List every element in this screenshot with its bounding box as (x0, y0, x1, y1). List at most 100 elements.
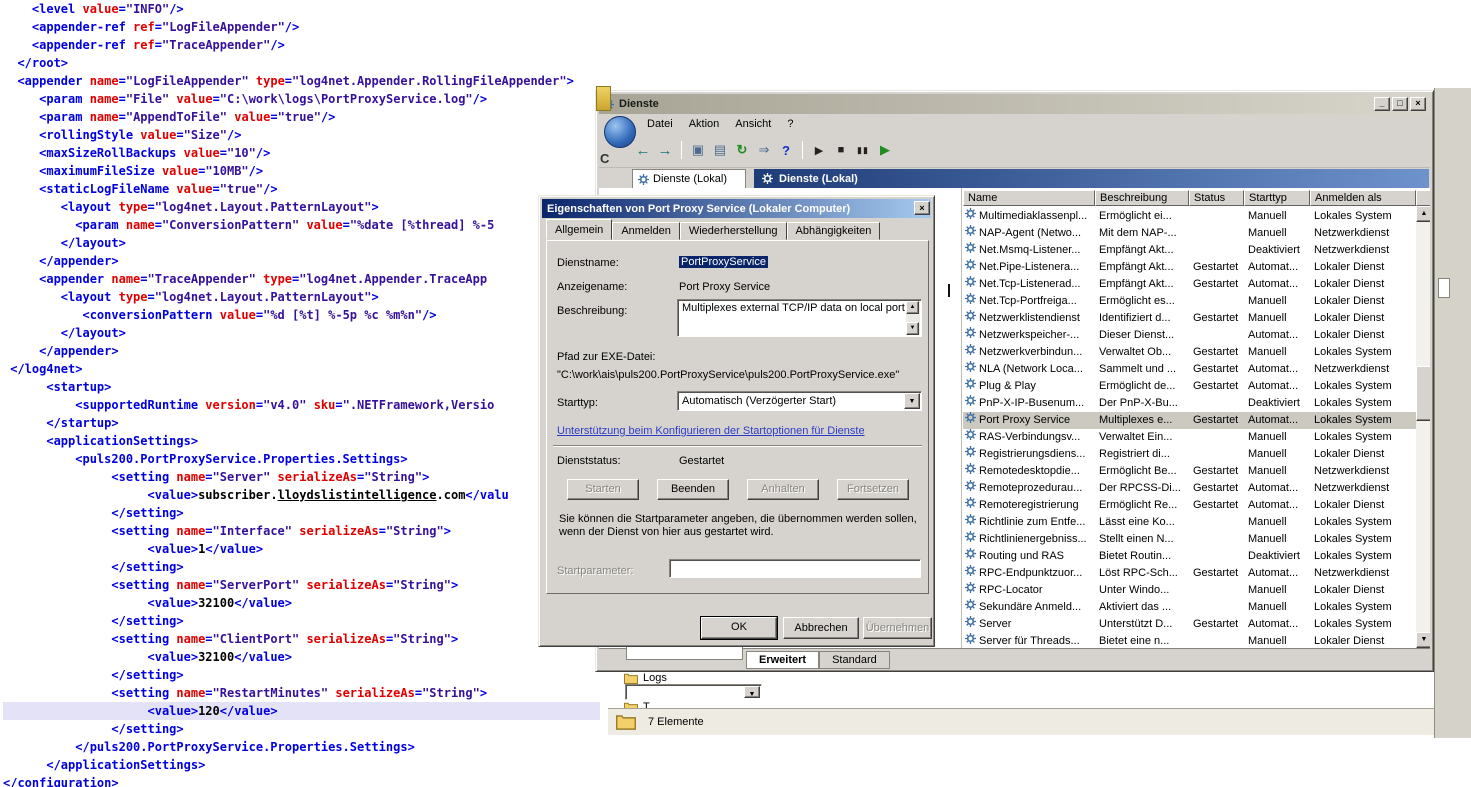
anzeigename-value[interactable]: Port Proxy Service (679, 281, 770, 293)
service-row[interactable]: Remotedesktopdie...Ermöglicht Be...Gesta… (963, 463, 1416, 480)
code-line: </appender> (3, 252, 600, 270)
startoptionen-link[interactable]: Unterstützung beim Konfigurieren der Sta… (557, 425, 865, 437)
service-row[interactable]: Net.Tcp-Portfreiga...Ermöglicht es...Man… (963, 293, 1416, 310)
service-desc-cell: Empfängt Akt... (1095, 242, 1189, 259)
menu-ansicht[interactable]: Ansicht (727, 116, 779, 132)
back-orb-icon[interactable] (604, 116, 636, 148)
service-row[interactable]: Server für Threads...Bietet eine n...Man… (963, 633, 1416, 648)
service-name-cell: RPC-Endpunktzuor... (963, 565, 1095, 582)
service-row[interactable]: RPC-Endpunktzuor...Löst RPC-Sch...Gestar… (963, 565, 1416, 582)
column-header-starttyp[interactable]: Starttyp (1244, 190, 1310, 206)
service-row[interactable]: Multimediaklassenpl...Ermöglicht ei...Ma… (963, 208, 1416, 225)
properties-icon[interactable]: ▤ (710, 140, 730, 160)
scroll-down-icon[interactable]: ▼ (906, 322, 919, 335)
abbrechen-button[interactable]: Abbrechen (783, 617, 859, 639)
service-row[interactable]: Registrierungsdiens...Registriert di...M… (963, 446, 1416, 463)
service-row[interactable]: RAS-Verbindungsv...Verwaltet Ein...Manue… (963, 429, 1416, 446)
service-name-cell: Remoteregistrierung (963, 497, 1095, 514)
services-gear-icon (762, 173, 773, 184)
service-row[interactable]: Port Proxy ServiceMultiplexes e...Gestar… (963, 412, 1416, 429)
export-list-icon[interactable]: ⇒ (754, 140, 774, 160)
help-icon[interactable]: ? (776, 140, 796, 160)
maximize-button[interactable]: □ (1392, 97, 1408, 111)
pause-service-icon[interactable]: ▮▮ (853, 140, 873, 160)
ok-button[interactable]: OK (701, 617, 777, 639)
service-name-cell: Remoteprozedurau... (963, 480, 1095, 497)
xml-editor[interactable]: <level value="INFO"/> <appender-ref ref=… (0, 0, 600, 787)
service-starttyp-cell: Manuell (1244, 463, 1310, 480)
console-tab-row: Dienste (Lokal) Dienste (Lokal) (599, 168, 1430, 188)
service-row[interactable]: Net.Tcp-Listenerad...Empfängt Akt...Gest… (963, 276, 1416, 293)
code-line: <value>1</value> (3, 540, 600, 558)
service-row[interactable]: Net.Pipe-Listenera...Empfängt Akt...Gest… (963, 259, 1416, 276)
forward-icon[interactable]: → (655, 140, 675, 160)
refresh-icon[interactable]: ↻ (732, 140, 752, 160)
code-line: <appender-ref ref="LogFileAppender"/> (3, 18, 600, 36)
explorer-status-bar: 7 Elemente (608, 708, 1434, 735)
tab-standard[interactable]: Standard (819, 651, 890, 669)
dialog-titlebar[interactable]: Eigenschaften von Port Proxy Service (Lo… (542, 199, 931, 218)
service-row[interactable]: NLA (Network Loca...Sammelt und ...Gesta… (963, 361, 1416, 378)
pane-divider[interactable] (961, 188, 962, 648)
dialog-close-button[interactable]: × (914, 201, 930, 215)
service-gear-icon (965, 293, 976, 310)
tree-item-logs[interactable]: Logs (624, 672, 667, 684)
dienstname-value[interactable]: PortProxyService (679, 256, 768, 268)
tab-allgemein[interactable]: Allgemein (546, 219, 612, 240)
show-console-tree-icon[interactable]: ▣ (688, 140, 708, 160)
service-row[interactable]: Plug & PlayErmöglicht de...GestartetAuto… (963, 378, 1416, 395)
service-row[interactable]: RemoteregistrierungErmöglicht Re...Gesta… (963, 497, 1416, 514)
menu-hilfe[interactable]: ? (779, 116, 801, 132)
menu-datei[interactable]: Datei (639, 116, 681, 132)
tab-anmelden[interactable]: Anmelden (612, 222, 680, 240)
service-row[interactable]: RPC-LocatorUnter Windo...ManuellLokaler … (963, 582, 1416, 599)
scrollbar-thumb[interactable] (1416, 366, 1430, 421)
column-header-anmelden-als[interactable]: Anmelden als (1310, 190, 1416, 206)
service-row[interactable]: Richtlinienergebniss...Stellt einen N...… (963, 531, 1416, 548)
restart-service-icon[interactable]: ▶ (875, 140, 895, 160)
service-row[interactable]: PnP-X-IP-Busenum...Der PnP-X-Bu...Deakti… (963, 395, 1416, 412)
dienststatus-value: Gestartet (679, 455, 724, 467)
service-status-cell: Gestartet (1189, 565, 1244, 582)
service-row[interactable]: Netzwerkverbindun...Verwaltet Ob...Gesta… (963, 344, 1416, 361)
service-row[interactable]: Sekundäre Anmeld...Aktiviert das ...Manu… (963, 599, 1416, 616)
button-beenden[interactable]: Beenden (657, 479, 729, 500)
beschreibung-scrollbar[interactable]: ▲ ▼ (906, 301, 920, 335)
service-gear-icon (965, 480, 976, 497)
combo-dropdown-icon[interactable]: ▼ (904, 393, 920, 409)
back-icon[interactable]: ← (633, 140, 653, 160)
service-row[interactable]: Remoteprozedurau...Der RPCSS-Di...Gestar… (963, 480, 1416, 497)
service-row[interactable]: Routing und RASBietet Routin...Deaktivie… (963, 548, 1416, 565)
minimize-button[interactable]: _ (1374, 97, 1390, 111)
column-header-beschreibung[interactable]: Beschreibung (1095, 190, 1189, 206)
vertical-scrollbar[interactable]: ▲ ▼ (1416, 206, 1430, 648)
scroll-up-icon[interactable]: ▲ (906, 301, 919, 314)
close-button[interactable]: × (1410, 97, 1426, 111)
service-row[interactable]: Net.Msmq-Listener...Empfängt Akt...Deakt… (963, 242, 1416, 259)
service-row[interactable]: ServerUnterstützt D...GestartetAutomat..… (963, 616, 1416, 633)
menu-aktion[interactable]: Aktion (681, 116, 728, 132)
service-row[interactable]: Richtlinie zum Entfe...Lässt eine Ko...M… (963, 514, 1416, 531)
starttyp-combobox[interactable]: Automatisch (Verzögerter Start) ▼ (677, 391, 922, 411)
explorer-combobox[interactable]: ▼ (625, 684, 762, 700)
column-header-status[interactable]: Status (1189, 190, 1244, 206)
startparameter-input[interactable] (669, 559, 921, 578)
tab-wiederherstellung[interactable]: Wiederherstellung (680, 222, 787, 240)
start-service-icon[interactable]: ▶ (809, 140, 829, 160)
service-row[interactable]: NAP-Agent (Netwo...Mit dem NAP-...Manuel… (963, 225, 1416, 242)
tab-abh-ngigkeiten[interactable]: Abhängigkeiten (787, 222, 881, 240)
combo-dropdown-icon[interactable]: ▼ (744, 686, 760, 698)
explorer-window-fragment: Logs ▼ T 7 Elemente (608, 672, 1434, 735)
tab-erweitert[interactable]: Erweitert (746, 651, 819, 669)
service-row[interactable]: NetzwerklistendienstIdentifiziert d...Ge… (963, 310, 1416, 327)
scroll-up-icon[interactable]: ▲ (1416, 206, 1430, 222)
stop-service-icon[interactable]: ■ (831, 140, 851, 160)
scroll-down-icon[interactable]: ▼ (1416, 632, 1430, 648)
console-tree-tab[interactable]: Dienste (Lokal) (632, 169, 746, 188)
service-name-cell: Remotedesktopdie... (963, 463, 1095, 480)
beschreibung-textbox[interactable]: Multiplexes external TCP/IP data on loca… (677, 299, 922, 337)
service-row[interactable]: Netzwerkspeicher-...Dieser Dienst...Auto… (963, 327, 1416, 344)
service-name-cell: Multimediaklassenpl... (963, 208, 1095, 225)
column-header-name[interactable]: Name (963, 190, 1095, 206)
services-window-titlebar[interactable]: Dienste _ □ × (599, 94, 1430, 114)
